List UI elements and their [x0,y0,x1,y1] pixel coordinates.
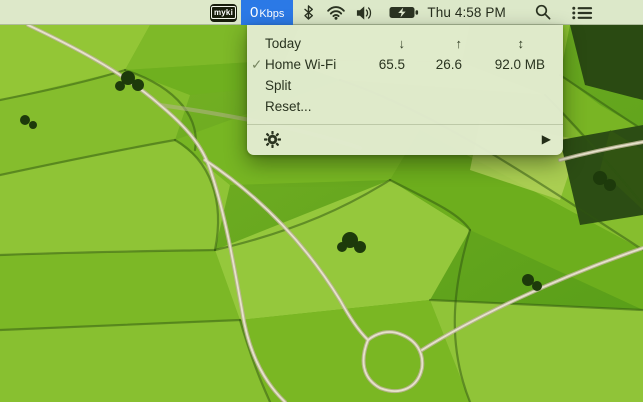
total-arrow-icon: ↕ [517,36,525,51]
upload-value: 26.6 [435,57,462,72]
menu-bar: myki 0 Kbps Thu 4:58 PM [0,0,643,25]
download-value: 65.5 [378,57,405,72]
period-label: Today [265,36,302,51]
gear-icon[interactable] [264,130,281,148]
menu-bar-status-items: myki 0 Kbps Thu 4:58 PM [210,0,593,25]
battery-charging-icon[interactable] [389,0,419,25]
download-arrow-icon: ↓ [398,36,406,51]
menu-item-reset[interactable]: Reset... [247,96,563,117]
checkmark-icon: ✓ [251,57,263,72]
myki-menu-extra[interactable]: myki [210,3,237,22]
bandwidth-unit: Kbps [259,8,285,20]
total-value: 92.0 MB [494,57,545,72]
interface-name: Home Wi-Fi [265,57,337,72]
bandwidth-value: 0 [250,4,259,21]
spotlight-search-icon[interactable] [535,0,552,25]
bandwidth-dropdown-menu: Today ↓ ↑ ↕ ✓ Home Wi-Fi 65.5 26.6 92.0 … [247,25,563,155]
myki-logo: myki [210,6,237,19]
desktop: myki 0 Kbps Thu 4:58 PM Today ↓ ↑ ↕ ✓ Ho… [0,0,643,402]
expand-arrow-button[interactable]: ▶ [542,133,551,145]
upload-arrow-icon: ↑ [455,36,463,51]
menu-item-home-wifi[interactable]: ✓ Home Wi-Fi 65.5 26.6 92.0 MB [247,54,563,75]
menu-item-label: Reset... [265,99,312,114]
menu-divider [247,124,563,125]
volume-icon[interactable] [355,0,375,25]
menu-item-split[interactable]: Split [247,75,563,96]
bandwidth-menu-extra[interactable]: 0 Kbps [241,0,294,25]
stats-header-row[interactable]: Today ↓ ↑ ↕ [247,33,563,54]
menu-item-label: Split [265,78,292,93]
notification-center-icon[interactable] [572,0,593,25]
menu-bar-clock[interactable]: Thu 4:58 PM [427,5,505,20]
bluetooth-icon[interactable] [303,0,314,25]
wifi-icon[interactable] [326,0,346,25]
dropdown-footer: ▶ [247,126,563,152]
